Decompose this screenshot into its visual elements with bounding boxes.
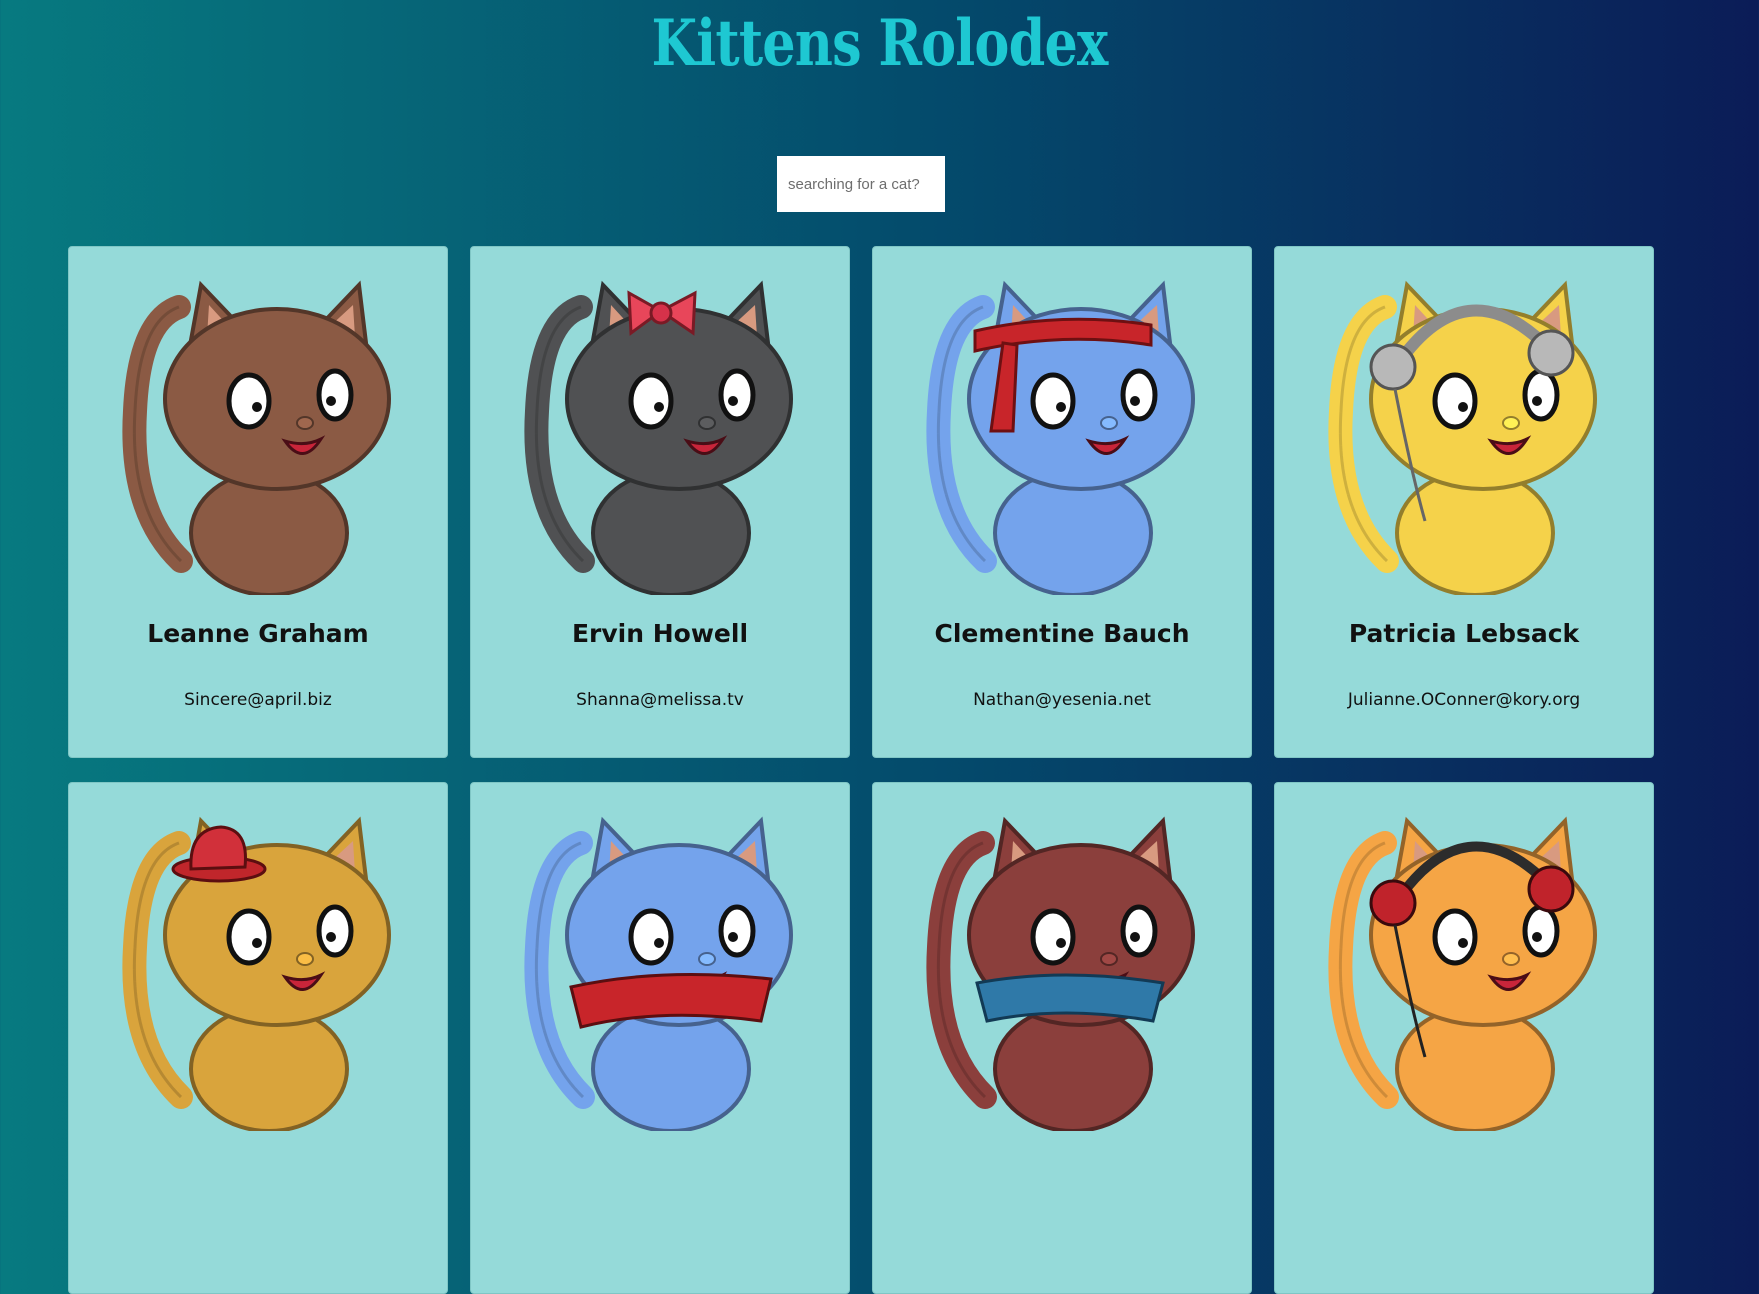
kitten-avatar <box>1328 280 1597 595</box>
kitten-avatar <box>926 280 1195 595</box>
kitten-card[interactable] <box>470 782 850 1294</box>
card-name: Leanne Graham <box>147 619 369 648</box>
kitten-card[interactable]: Clementine Bauch Nathan@yesenia.net <box>872 246 1252 758</box>
card-name: Patricia Lebsack <box>1348 619 1580 648</box>
card-email: Nathan@yesenia.net <box>973 690 1151 710</box>
kitten-avatar <box>1328 816 1597 1131</box>
search-input[interactable] <box>777 156 945 212</box>
kitten-avatar <box>122 280 391 595</box>
kitten-avatar <box>524 280 793 595</box>
card-name: Ervin Howell <box>571 619 749 648</box>
card-name: Clementine Bauch <box>934 619 1190 648</box>
kitten-card[interactable]: Ervin Howell Shanna@melissa.tv <box>470 246 850 758</box>
card-email: Shanna@melissa.tv <box>576 690 744 710</box>
kitten-avatar <box>926 816 1195 1131</box>
kitten-card[interactable] <box>872 782 1252 1294</box>
card-list: Leanne Graham Sincere@april.biz Ervin Ho… <box>68 246 1654 1294</box>
kitten-card[interactable] <box>1274 782 1654 1294</box>
kitten-card[interactable] <box>68 782 448 1294</box>
kitten-avatar <box>122 816 391 1131</box>
card-email: Sincere@april.biz <box>184 690 332 710</box>
kitten-card[interactable]: Patricia Lebsack Julianne.OConner@kory.o… <box>1274 246 1654 758</box>
kitten-avatar <box>524 816 793 1131</box>
page-title: Kittens Rolodex <box>651 6 1108 81</box>
card-email: Julianne.OConner@kory.org <box>1347 690 1581 710</box>
kitten-card[interactable]: Leanne Graham Sincere@april.biz <box>68 246 448 758</box>
